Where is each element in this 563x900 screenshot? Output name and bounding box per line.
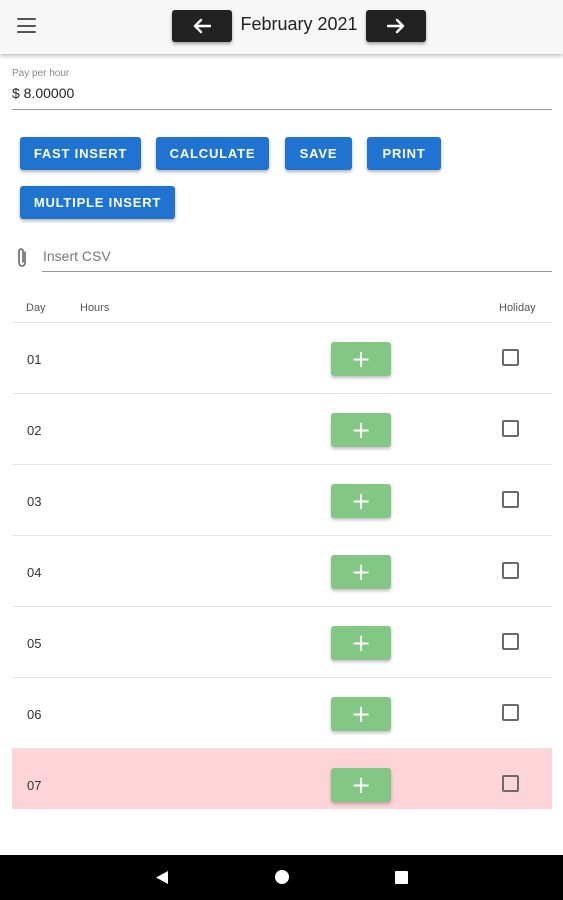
hamburger-menu-icon[interactable] <box>17 18 36 33</box>
add-hours-button[interactable]: + <box>331 768 391 802</box>
table-row: 01 + <box>12 323 552 394</box>
holiday-checkbox[interactable] <box>502 704 519 721</box>
table-header: Day Hours Holiday <box>12 293 552 323</box>
holiday-checkbox[interactable] <box>502 775 519 792</box>
day-number: 02 <box>27 423 42 438</box>
table-row: 04 + <box>12 536 552 607</box>
day-column-header: Day <box>26 302 46 314</box>
month-title: February 2021 <box>240 14 358 34</box>
day-number: 05 <box>27 636 42 651</box>
arrow-right-icon <box>387 18 405 34</box>
home-circle-icon[interactable] <box>275 870 289 884</box>
holiday-checkbox[interactable] <box>502 491 519 508</box>
add-hours-button[interactable]: + <box>331 697 391 731</box>
holiday-checkbox[interactable] <box>502 349 519 366</box>
table-row: 02 + <box>12 394 552 465</box>
pay-per-hour-label: Pay per hour <box>12 68 70 79</box>
app-bar: February 2021 <box>0 0 563 54</box>
insert-csv-input[interactable]: Insert CSV <box>43 248 111 264</box>
system-navigation-bar <box>0 855 563 900</box>
table-row: 05 + <box>12 607 552 678</box>
pay-input-underline <box>12 109 552 110</box>
previous-month-button[interactable] <box>172 10 232 42</box>
holiday-checkbox[interactable] <box>502 420 519 437</box>
holiday-checkbox[interactable] <box>502 562 519 579</box>
table-row: 06 + <box>12 678 552 749</box>
holiday-column-header: Holiday <box>499 302 536 314</box>
pay-per-hour-input[interactable]: $ 8.00000 <box>12 85 74 101</box>
add-hours-button[interactable]: + <box>331 555 391 589</box>
next-month-button[interactable] <box>366 10 426 42</box>
save-button[interactable]: SAVE <box>285 137 352 170</box>
back-triangle-icon[interactable] <box>155 870 169 885</box>
add-hours-button[interactable]: + <box>331 626 391 660</box>
day-number: 04 <box>27 565 42 580</box>
multiple-insert-button[interactable]: MULTIPLE INSERT <box>20 186 175 219</box>
fast-insert-button[interactable]: FAST INSERT <box>20 137 141 170</box>
arrow-left-icon <box>193 18 211 34</box>
day-number: 01 <box>27 352 42 367</box>
hours-column-header: Hours <box>80 302 110 314</box>
recents-square-icon[interactable] <box>395 871 408 884</box>
main-content: Pay per hour $ 8.00000 FAST INSERT CALCU… <box>0 54 563 855</box>
day-number: 03 <box>27 494 42 509</box>
add-hours-button[interactable]: + <box>331 484 391 518</box>
table-row-highlighted: 07 + <box>12 749 552 809</box>
csv-input-underline <box>42 271 552 272</box>
hours-table: Day Hours Holiday 01 + 02 + 03 + 04 + 05… <box>12 293 552 809</box>
calculate-button[interactable]: CALCULATE <box>156 137 269 170</box>
table-row: 03 + <box>12 465 552 536</box>
add-hours-button[interactable]: + <box>331 413 391 447</box>
holiday-checkbox[interactable] <box>502 633 519 650</box>
paperclip-icon[interactable] <box>15 246 29 270</box>
add-hours-button[interactable]: + <box>331 342 391 376</box>
day-number: 07 <box>27 778 42 793</box>
day-number: 06 <box>27 707 42 722</box>
print-button[interactable]: PRINT <box>367 137 441 170</box>
